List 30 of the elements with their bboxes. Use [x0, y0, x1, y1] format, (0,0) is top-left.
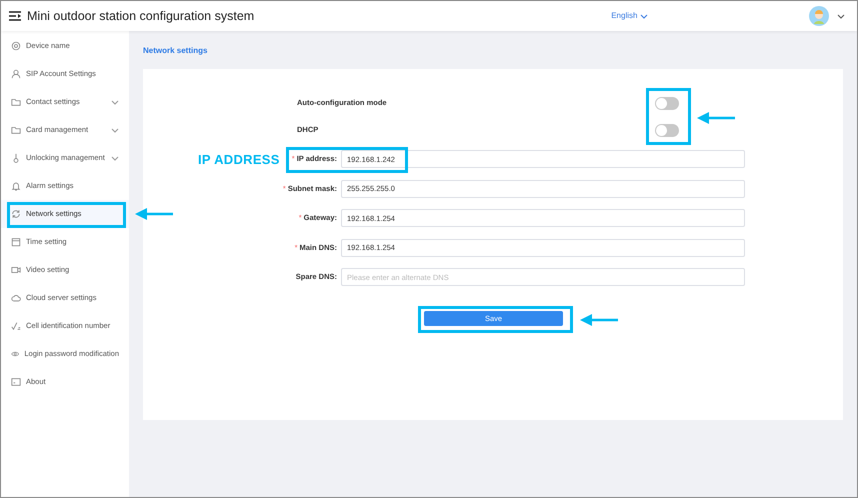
thermometer-icon	[11, 153, 21, 163]
folder-icon	[11, 125, 21, 135]
bell-icon	[11, 181, 21, 191]
calendar-icon	[11, 237, 21, 247]
refresh-icon	[11, 209, 21, 219]
app-title: Mini outdoor station configuration system	[27, 8, 254, 25]
arrow	[580, 314, 618, 326]
toggle-switch[interactable]	[655, 96, 679, 110]
eye-icon	[11, 349, 20, 359]
cloud-icon	[11, 293, 21, 303]
chevron-icon	[111, 100, 119, 104]
chevron-icon	[111, 156, 119, 160]
person-icon	[11, 69, 21, 79]
check-list-icon	[11, 321, 21, 331]
page-title: Network settings	[143, 45, 208, 57]
folder-icon	[11, 97, 21, 107]
gear-icon	[11, 41, 21, 51]
caret-icon	[837, 14, 845, 18]
callout-label: IP ADDRESS	[198, 152, 280, 168]
language-selector[interactable]: English	[611, 10, 648, 22]
chevron-icon	[111, 128, 119, 132]
menu-icon[interactable]	[9, 11, 21, 21]
avatar[interactable]	[809, 6, 829, 26]
window-icon	[11, 377, 21, 387]
arrow	[697, 112, 735, 124]
highlight-frame	[646, 88, 691, 145]
toggle-switch[interactable]	[655, 124, 679, 136]
camera-icon	[11, 265, 21, 275]
caret-icon	[640, 14, 648, 18]
arrow	[135, 208, 173, 220]
